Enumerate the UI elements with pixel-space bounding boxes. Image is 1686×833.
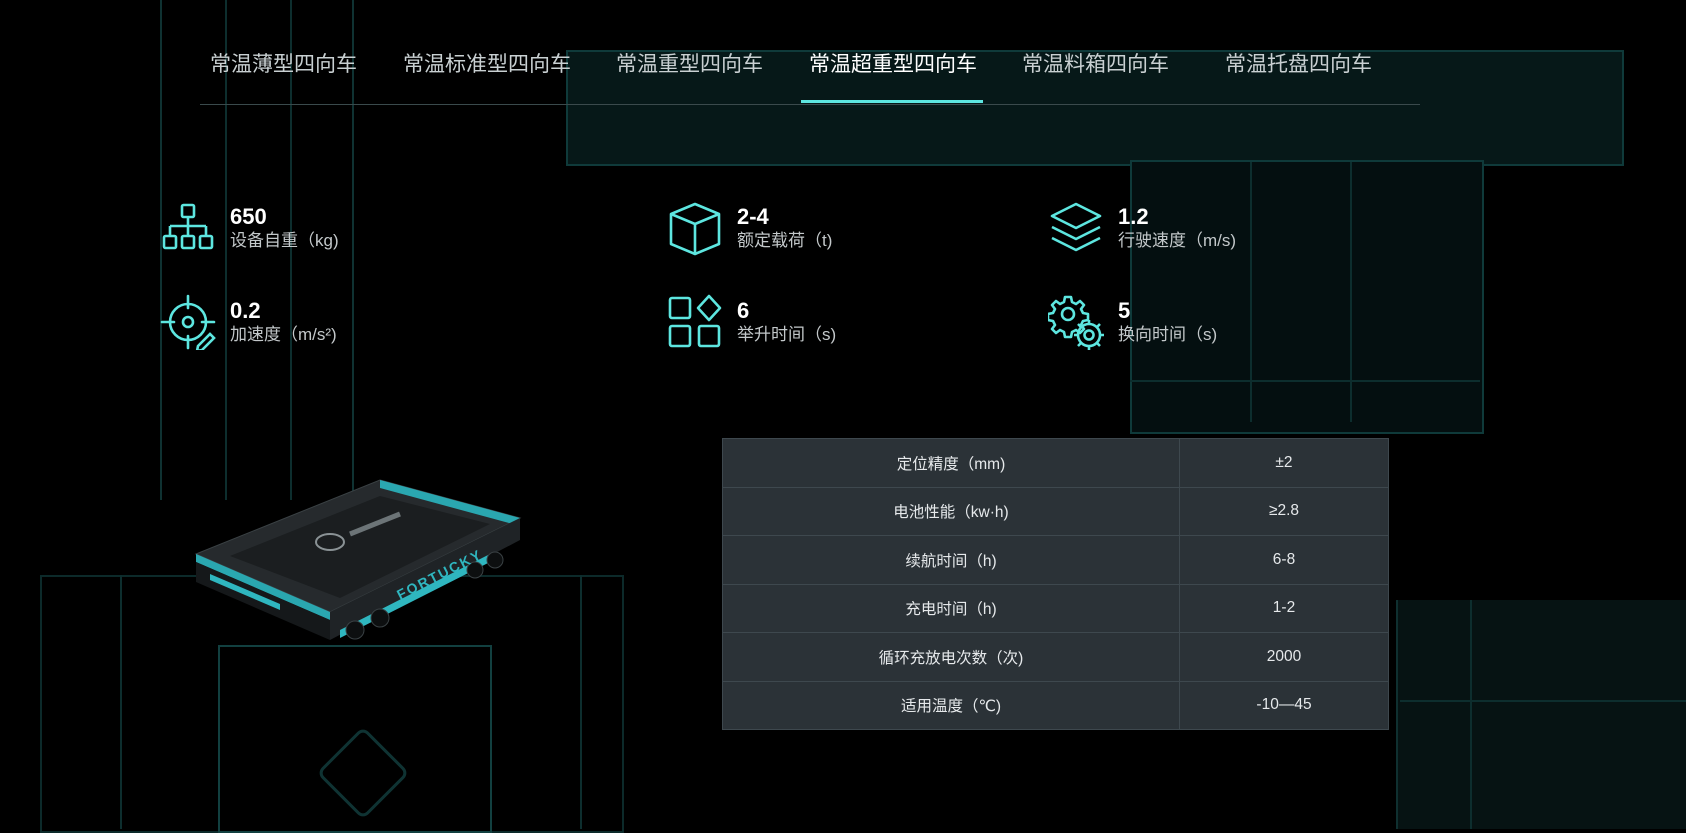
stat-value: 650	[230, 204, 267, 229]
org-chart-icon	[160, 200, 216, 256]
spec-name: 循环充放电次数（次)	[722, 632, 1180, 682]
layers-icon	[1048, 200, 1104, 256]
spec-name: 定位精度（mm)	[722, 438, 1180, 488]
spec-value: 2000	[1179, 632, 1389, 682]
product-tabs: 常温薄型四向车 常温标准型四向车 常温重型四向车 常温超重型四向车 常温料箱四向…	[200, 36, 1420, 105]
tab-thin[interactable]: 常温薄型四向车	[210, 48, 357, 78]
stat-label: 换向时间（s)	[1118, 325, 1218, 344]
bg-line	[1130, 380, 1480, 382]
tab-standard[interactable]: 常温标准型四向车	[403, 48, 571, 78]
bg-frame	[218, 645, 492, 833]
bg-panel	[1396, 600, 1686, 829]
tab-bin[interactable]: 常温料箱四向车	[1022, 48, 1169, 78]
spec-name: 适用温度（℃)	[722, 681, 1180, 730]
stat-load: 2-4 额定载荷（t)	[667, 200, 832, 256]
stat-acceleration: 0.2 加速度（m/s²)	[160, 294, 337, 353]
stat-label: 加速度（m/s²)	[230, 325, 337, 344]
table-row: 充电时间（h) 1-2	[722, 584, 1389, 633]
gears-icon	[1046, 294, 1104, 350]
spec-name: 电池性能（kw·h)	[722, 487, 1180, 536]
bg-line	[120, 575, 122, 829]
bg-line	[1350, 162, 1352, 422]
tab-pallet[interactable]: 常温托盘四向车	[1225, 48, 1372, 78]
spec-value: 1-2	[1179, 584, 1389, 633]
stat-turn-time: 5 换向时间（s)	[1046, 294, 1218, 350]
four-way-shuttle-image: FORTUCKY	[190, 470, 530, 670]
stat-label: 行驶速度（m/s)	[1118, 231, 1237, 250]
stat-label: 举升时间（s)	[737, 325, 837, 344]
tab-heavy[interactable]: 常温重型四向车	[616, 48, 763, 78]
table-row: 续航时间（h) 6-8	[722, 535, 1389, 585]
spec-value: ±2	[1179, 438, 1389, 488]
table-row: 电池性能（kw·h) ≥2.8	[722, 487, 1389, 536]
cube-icon	[667, 200, 723, 256]
stat-value: 5	[1118, 298, 1131, 323]
bg-emblem	[316, 726, 410, 820]
stat-speed: 1.2 行驶速度（m/s)	[1048, 200, 1236, 256]
spec-name: 充电时间（h)	[722, 584, 1180, 633]
stat-value: 0.2	[230, 298, 261, 323]
active-tab-underline	[801, 100, 983, 103]
crosshair-pen-icon	[160, 294, 216, 353]
table-row: 适用温度（℃) -10—45	[722, 681, 1389, 730]
table-row: 循环充放电次数（次) 2000	[722, 632, 1389, 682]
bg-line	[580, 575, 582, 829]
stat-lift-time: 6 举升时间（s)	[667, 294, 836, 350]
stat-weight: 650 设备自重（kg)	[160, 200, 339, 256]
spec-name: 续航时间（h)	[722, 535, 1180, 585]
grid-shapes-icon	[667, 294, 723, 350]
spec-table: 定位精度（mm) ±2 电池性能（kw·h) ≥2.8 续航时间（h) 6-8 …	[722, 438, 1389, 730]
bg-line	[1400, 700, 1686, 702]
stat-value: 2-4	[737, 204, 769, 229]
table-row: 定位精度（mm) ±2	[722, 438, 1389, 488]
spec-value: ≥2.8	[1179, 487, 1389, 536]
spec-value: -10—45	[1256, 696, 1312, 714]
bg-line	[1250, 162, 1252, 422]
stat-label: 设备自重（kg)	[230, 231, 339, 250]
stat-value: 6	[737, 298, 750, 323]
bg-line	[1470, 600, 1472, 829]
tab-super-heavy[interactable]: 常温超重型四向车	[809, 48, 977, 78]
spec-value: 6-8	[1179, 535, 1389, 585]
stat-value: 1.2	[1118, 204, 1149, 229]
stat-label: 额定载荷（t)	[737, 231, 833, 250]
